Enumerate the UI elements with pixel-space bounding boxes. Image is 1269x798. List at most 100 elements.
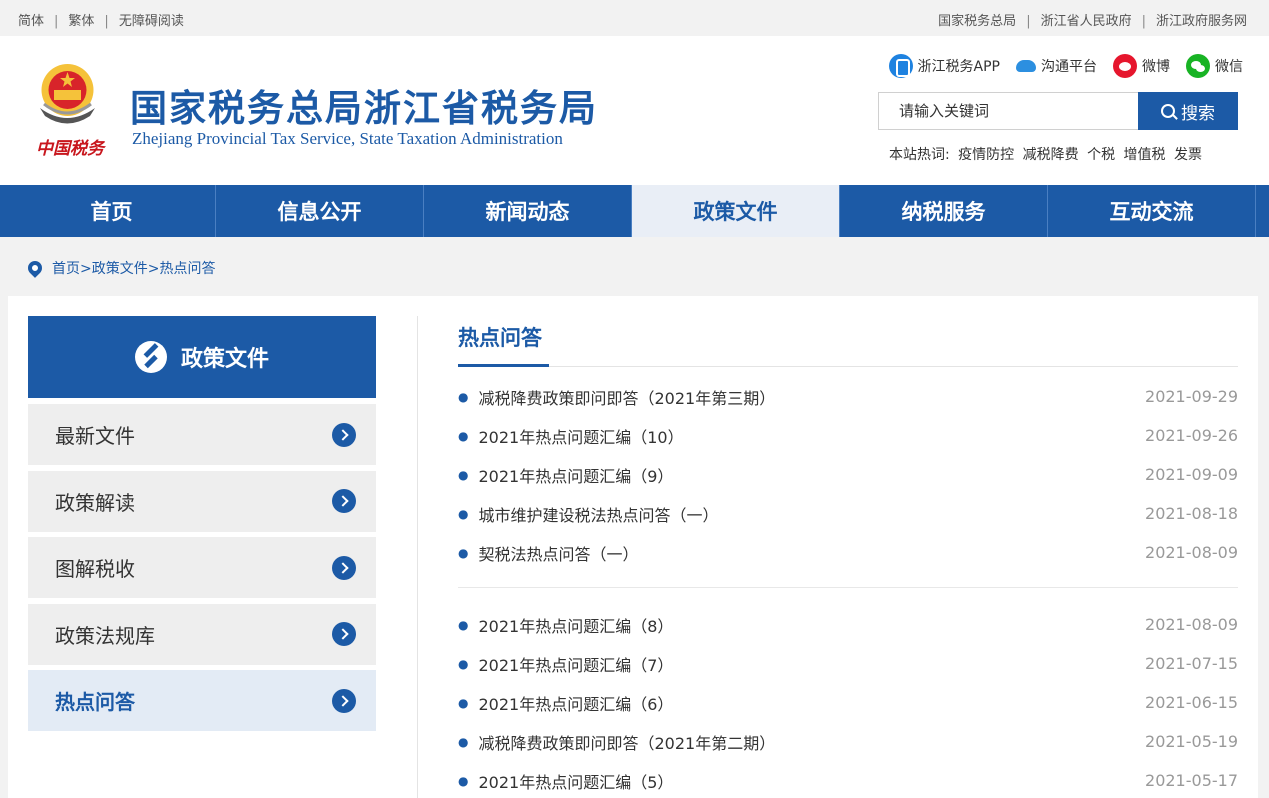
hot-word[interactable]: 发票 [1174,147,1202,163]
nav-interaction[interactable]: 互动交流 [1048,185,1256,237]
article-title[interactable]: 减税降费政策即问即答（2021年第二期） [478,730,775,754]
sidebar-header: 政策文件 [28,316,376,398]
top-utility-bar: 简体 | 繁体 | 无障碍阅读 国家税务总局 | 浙江省人民政府 | 浙江政府服务网 [0,0,1269,36]
list-group-divider [458,587,1238,588]
bullet-icon: ● [458,734,469,749]
sidebar-item-label: 图解税收 [55,557,135,581]
bullet-icon: ● [458,428,469,443]
article-date: 2021-08-09 [1145,615,1238,634]
hot-word[interactable]: 疫情防控 [958,147,1014,163]
article-title[interactable]: 契税法热点问答（一） [478,541,638,565]
article-title[interactable]: 2021年热点问题汇编（6） [478,691,673,715]
separator: | [54,14,59,29]
list-item[interactable]: ● 2021年热点问题汇编（6） 2021-06-15 [458,683,1238,722]
search-box: 搜索 [878,92,1238,130]
nav-info[interactable]: 信息公开 [216,185,424,237]
accessibility-link[interactable]: 无障碍阅读 [119,14,184,29]
sidebar-item-label: 热点问答 [55,690,135,714]
nav-service[interactable]: 纳税服务 [840,185,1048,237]
hot-word[interactable]: 个税 [1087,147,1115,163]
article-title[interactable]: 2021年热点问题汇编（5） [478,769,673,793]
app-icon [888,54,913,78]
chevron-right-icon [332,555,356,580]
sidebar-item-latest[interactable]: 最新文件 [28,404,376,465]
traditional-link[interactable]: 繁体 [68,14,94,29]
policy-icon [134,341,167,373]
chevron-right-icon [332,622,356,646]
article-date: 2021-09-09 [1145,465,1238,484]
search-button-label: 搜索 [1181,103,1215,124]
list-item[interactable]: ● 2021年热点问题汇编（7） 2021-07-15 [458,644,1238,683]
list-item[interactable]: ● 2021年热点问题汇编（8） 2021-08-09 [458,605,1238,644]
article-title[interactable]: 2021年热点问题汇编（10） [478,424,683,448]
app-link-label: 浙江税务APP [917,59,1000,75]
hot-word[interactable]: 增值税 [1124,147,1166,163]
article-title[interactable]: 2021年热点问题汇编（7） [478,652,673,676]
zj-service-link[interactable]: 浙江政府服务网 [1156,14,1247,29]
weibo-link[interactable]: 微博 [1113,54,1170,78]
list-item[interactable]: ● 2021年热点问题汇编（10） 2021-09-26 [458,416,1238,455]
hot-words: 本站热词: 疫情防控 减税降费 个税 增值税 发票 [889,144,1206,164]
breadcrumb-path[interactable]: 首页>政策文件>热点问答 [52,258,215,278]
article-date: 2021-05-17 [1145,771,1238,790]
sidebar-item-interpretation[interactable]: 政策解读 [28,470,376,532]
zj-gov-link[interactable]: 浙江省人民政府 [1041,14,1132,29]
title-accent [458,364,549,367]
simplified-link[interactable]: 简体 [18,14,44,29]
bullet-icon: ● [458,695,469,710]
sidebar-item-label: 政策法规库 [55,623,155,648]
separator: | [104,14,109,29]
header-links: 浙江税务APP 沟通平台 微博 微信 [888,54,1243,78]
article-list: ● 减税降费政策即问即答（2021年第三期） 2021-09-29 ● 2021年热点… [458,377,1238,572]
bullet-icon: ● [458,389,469,404]
list-item[interactable]: ● 契税法热点问答（一） 2021-08-09 [458,533,1238,572]
sidebar-item-hot-qa[interactable]: 热点问答 [28,670,376,731]
sidebar-title: 政策文件 [180,347,269,372]
site-header: 中国税务 国家税务总局浙江省税务局 Zhejiang Provincial Ta… [0,36,1269,185]
search-input[interactable] [879,93,1139,129]
sidebar-item-law-db[interactable]: 政策法规库 [28,603,376,665]
list-item[interactable]: ● 减税降费政策即问即答（2021年第三期） 2021-09-29 [458,377,1238,416]
app-link[interactable]: 浙江税务APP [888,54,1000,78]
breadcrumb: 首页>政策文件>热点问答 [25,258,215,278]
weibo-icon [1113,54,1137,78]
bullet-icon: ● [458,467,469,482]
column-divider [417,316,418,798]
wechat-icon [1186,54,1210,78]
article-date: 2021-05-19 [1145,732,1238,751]
wechat-link[interactable]: 微信 [1186,54,1243,78]
sat-link[interactable]: 国家税务总局 [938,14,1016,29]
search-icon [1161,104,1175,118]
main-nav: 首页 信息公开 新闻动态 政策文件 纳税服务 互动交流 [0,185,1269,237]
list-item[interactable]: ● 2021年热点问题汇编（5） 2021-05-17 [458,761,1238,798]
list-item[interactable]: ● 城市维护建设税法热点问答（一） 2021-08-18 [458,494,1238,533]
list-item[interactable]: ● 2021年热点问题汇编（9） 2021-09-09 [458,455,1238,494]
bullet-icon: ● [458,617,469,632]
site-subtitle: Zhejiang Provincial Tax Service, State T… [132,129,563,148]
location-pin-icon [25,258,45,278]
hot-word[interactable]: 减税降费 [1023,147,1079,163]
language-links: 简体 | 繁体 | 无障碍阅读 [18,10,184,29]
article-title[interactable]: 城市维护建设税法热点问答（一） [478,502,718,526]
article-date: 2021-06-15 [1145,693,1238,712]
article-title[interactable]: 2021年热点问题汇编（8） [478,613,673,637]
article-title[interactable]: 减税降费政策即问即答（2021年第三期） [478,385,775,409]
search-button[interactable]: 搜索 [1138,92,1238,130]
sidebar-item-label: 最新文件 [55,424,135,448]
chevron-right-icon [332,489,356,513]
nav-news[interactable]: 新闻动态 [424,185,632,237]
bullet-icon: ● [458,773,469,788]
article-title[interactable]: 2021年热点问题汇编（9） [478,463,673,487]
nav-policy[interactable]: 政策文件 [632,185,840,237]
list-item[interactable]: ● 减税降费政策即问即答（2021年第二期） 2021-05-19 [458,722,1238,761]
sidebar-item-illustrated[interactable]: 图解税收 [28,537,376,598]
bullet-icon: ● [458,656,469,671]
emblem-signature: 中国税务 [36,139,104,159]
separator: | [1141,14,1146,29]
weibo-link-label: 微博 [1142,59,1170,75]
sidebar-item-label: 政策解读 [55,490,135,515]
national-emblem-icon [40,64,95,124]
nav-home[interactable]: 首页 [8,185,216,237]
platform-link[interactable]: 沟通平台 [1016,56,1097,76]
wechat-link-label: 微信 [1215,59,1243,75]
